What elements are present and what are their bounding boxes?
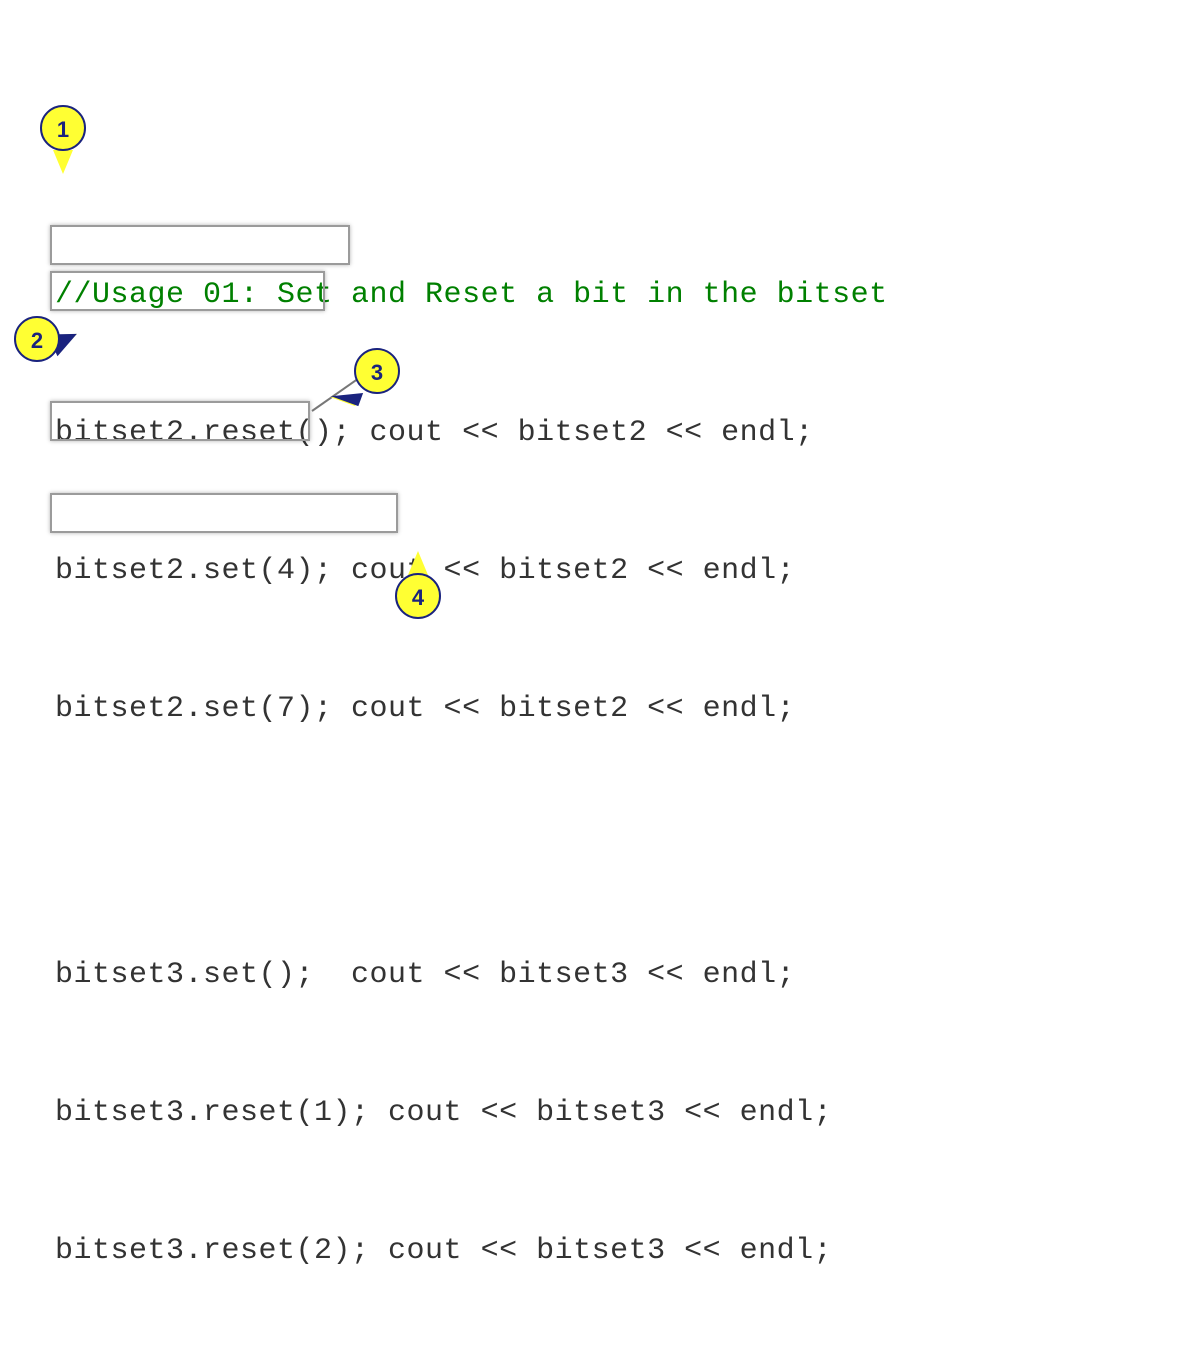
- callout-4-pointer: [408, 551, 428, 575]
- code-line-5: bitset3.reset(1); cout << bitset3 << end…: [55, 1090, 888, 1136]
- code-diagram: //Usage 01: Set and Reset a bit in the b…: [0, 0, 1200, 784]
- callout-1-pointer: [53, 150, 73, 174]
- callout-2: 2: [14, 316, 60, 362]
- highlight-box-1: [50, 225, 350, 265]
- highlight-box-4: [50, 493, 398, 533]
- code-block: //Usage 01: Set and Reset a bit in the b…: [55, 180, 888, 1366]
- code-line-4: bitset3.set(); cout << bitset3 << endl;: [55, 952, 888, 998]
- callout-3: 3: [354, 348, 400, 394]
- callout-1: 1: [40, 105, 86, 151]
- highlight-box-3: [50, 401, 310, 441]
- code-line-2: bitset2.set(4); cout << bitset2 << endl;: [55, 548, 888, 594]
- highlight-box-2: [50, 271, 325, 311]
- callout-4: 4: [395, 573, 441, 619]
- code-line-6: bitset3.reset(2); cout << bitset3 << end…: [55, 1228, 888, 1274]
- code-line-3: bitset2.set(7); cout << bitset2 << endl;: [55, 686, 888, 732]
